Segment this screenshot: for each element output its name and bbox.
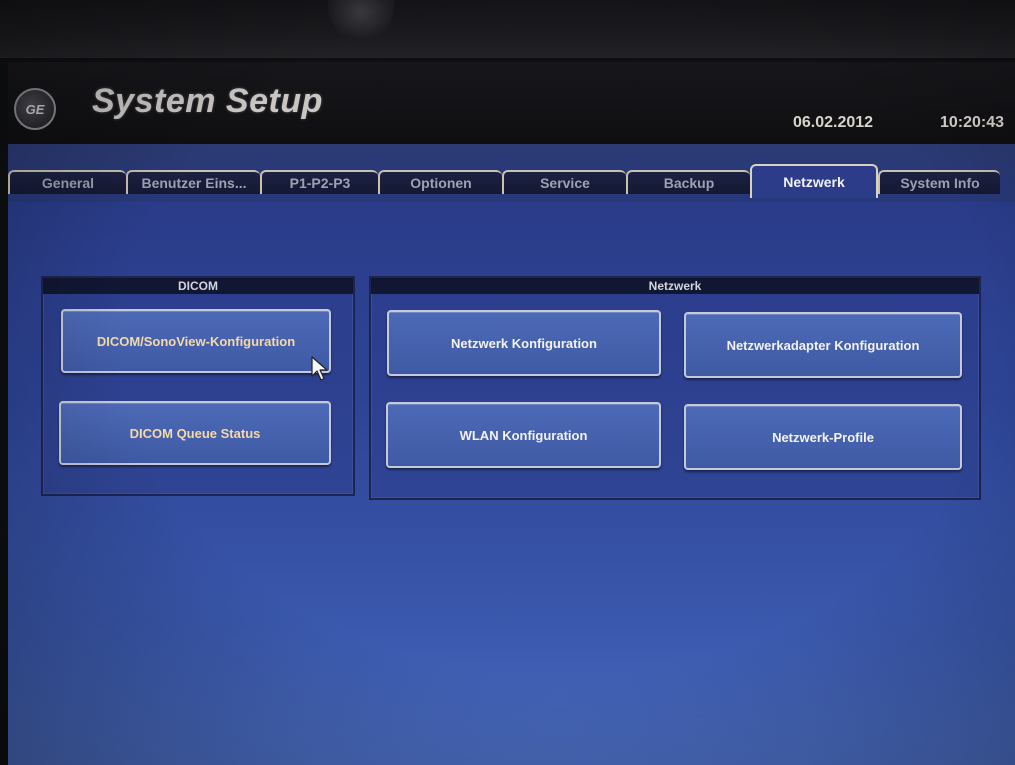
page-title: System Setup	[92, 82, 323, 120]
network-config-button[interactable]: Netzwerk Konfiguration	[387, 310, 661, 376]
tab-optionen[interactable]: Optionen	[378, 170, 502, 194]
dicom-group-title: DICOM	[43, 278, 353, 294]
tab-system-info[interactable]: System Info	[878, 170, 1000, 194]
network-adapter-config-button[interactable]: Netzwerkadapter Konfiguration	[684, 312, 962, 378]
title-bar: GE System Setup 06.02.2012 10:20:43	[8, 62, 1015, 144]
tab-netzwerk[interactable]: Netzwerk	[750, 164, 878, 198]
date-display: 06.02.2012	[793, 114, 874, 131]
tab-general[interactable]: General	[8, 170, 126, 194]
dicom-sonoview-config-button[interactable]: DICOM/SonoView-Konfiguration	[61, 309, 331, 373]
main-panel: DICOM DICOM/SonoView-Konfiguration DICOM…	[8, 202, 1015, 765]
tab-backup[interactable]: Backup	[626, 170, 750, 194]
tab-p1-p2-p3[interactable]: P1-P2-P3	[260, 170, 378, 194]
dicom-queue-status-button[interactable]: DICOM Queue Status	[59, 401, 331, 465]
tab-benutzer-eins[interactable]: Benutzer Eins...	[126, 170, 260, 194]
time-display: 10:20:43	[940, 114, 1005, 131]
wlan-config-button[interactable]: WLAN Konfiguration	[386, 402, 661, 468]
ge-logo-icon: GE	[14, 88, 56, 130]
monitor-screen: GE System Setup 06.02.2012 10:20:43 Gene…	[0, 0, 1015, 765]
monitor-bezel	[0, 0, 1015, 58]
netzwerk-group-title: Netzwerk	[371, 278, 979, 294]
bezel-knob	[328, 0, 394, 40]
tab-strip: General Benutzer Eins... P1-P2-P3 Option…	[8, 144, 1015, 202]
tab-service[interactable]: Service	[502, 170, 626, 194]
network-profiles-button[interactable]: Netzwerk-Profile	[684, 404, 962, 470]
mouse-pointer-icon	[311, 356, 328, 381]
